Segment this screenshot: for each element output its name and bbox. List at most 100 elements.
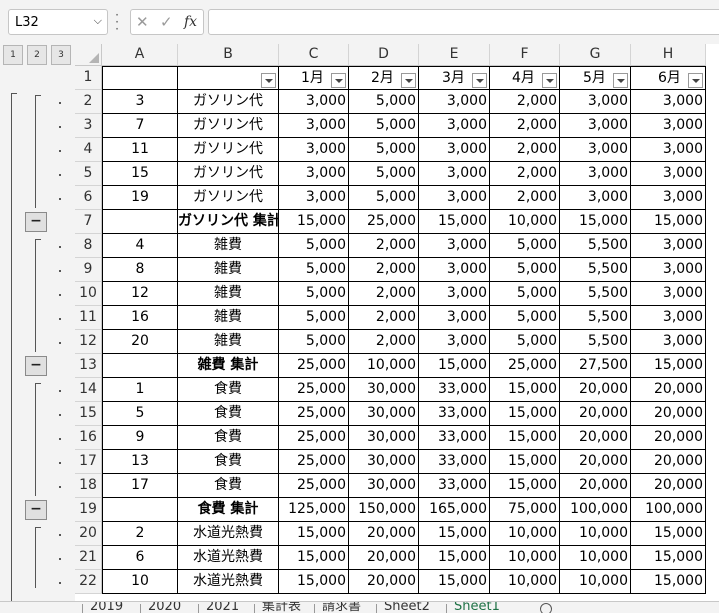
amount-cell[interactable]: 33,000 [419, 450, 490, 474]
category-cell[interactable]: 雑費 [178, 330, 279, 354]
amount-cell[interactable]: 20,000 [631, 450, 706, 474]
name-box[interactable]: L32 ⌵ [8, 9, 108, 35]
row-header[interactable]: 7 [75, 210, 102, 234]
amount-cell[interactable]: 3,000 [631, 114, 706, 138]
amount-cell[interactable]: 3,000 [419, 234, 490, 258]
amount-cell[interactable]: 10,000 [490, 570, 560, 594]
amount-cell[interactable]: 2,000 [349, 282, 419, 306]
amount-cell[interactable]: 5,000 [490, 258, 560, 282]
enter-icon[interactable]: ✓ [160, 13, 173, 31]
collapse-group-button[interactable]: − [25, 500, 47, 520]
category-cell[interactable]: ガソリン代 [178, 162, 279, 186]
amount-cell[interactable]: 3,000 [279, 90, 349, 114]
amount-cell[interactable]: 15,000 [631, 570, 706, 594]
id-cell[interactable]: 15 [102, 162, 178, 186]
amount-cell[interactable]: 25,000 [279, 474, 349, 498]
filter-dropdown-icon[interactable] [261, 73, 276, 88]
id-cell[interactable]: 17 [102, 474, 178, 498]
amount-cell[interactable]: 5,000 [490, 234, 560, 258]
row-header[interactable]: 1 [75, 66, 102, 90]
amount-cell[interactable]: 33,000 [419, 474, 490, 498]
amount-cell[interactable]: 25,000 [279, 354, 349, 378]
row-header[interactable]: 11 [75, 306, 102, 330]
amount-cell[interactable]: 2,000 [490, 90, 560, 114]
amount-cell[interactable]: 5,000 [349, 114, 419, 138]
amount-cell[interactable]: 15,000 [490, 450, 560, 474]
category-cell[interactable]: 食費 [178, 378, 279, 402]
amount-cell[interactable]: 5,000 [349, 90, 419, 114]
amount-cell[interactable]: 3,000 [419, 162, 490, 186]
amount-cell[interactable]: 2,000 [349, 258, 419, 282]
amount-cell[interactable]: 10,000 [560, 570, 631, 594]
amount-cell[interactable]: 10,000 [349, 354, 419, 378]
more-options-icon[interactable]: · · · [114, 9, 120, 35]
amount-cell[interactable]: 3,000 [631, 306, 706, 330]
amount-cell[interactable]: 15,000 [490, 378, 560, 402]
collapse-group-button[interactable]: − [25, 212, 47, 232]
amount-cell[interactable]: 30,000 [349, 402, 419, 426]
column-header-b[interactable]: B [178, 44, 279, 66]
chevron-down-icon[interactable]: ⌵ [94, 14, 102, 28]
row-header[interactable]: 19 [75, 498, 102, 522]
id-cell[interactable]: 20 [102, 330, 178, 354]
amount-cell[interactable]: 10,000 [560, 522, 631, 546]
column-header-f[interactable]: F [490, 44, 560, 66]
sheet-tab-2021[interactable]: 2021 [206, 602, 239, 613]
filter-dropdown-icon[interactable] [613, 73, 628, 88]
amount-cell[interactable]: 3,000 [631, 234, 706, 258]
amount-cell[interactable]: 15,000 [490, 402, 560, 426]
amount-cell[interactable]: 10,000 [490, 210, 560, 234]
amount-cell[interactable]: 15,000 [631, 522, 706, 546]
amount-cell[interactable]: 5,000 [279, 234, 349, 258]
category-cell[interactable]: 食費 [178, 402, 279, 426]
amount-cell[interactable]: 25,000 [490, 354, 560, 378]
amount-cell[interactable]: 3,000 [419, 114, 490, 138]
amount-cell[interactable]: 10,000 [560, 546, 631, 570]
amount-cell[interactable]: 20,000 [560, 378, 631, 402]
header-cell[interactable] [102, 66, 178, 90]
amount-cell[interactable]: 3,000 [419, 282, 490, 306]
amount-cell[interactable]: 20,000 [349, 522, 419, 546]
row-header[interactable]: 6 [75, 186, 102, 210]
cancel-icon[interactable]: ✕ [136, 13, 149, 31]
amount-cell[interactable]: 5,500 [560, 258, 631, 282]
amount-cell[interactable]: 15,000 [419, 210, 490, 234]
sheet-tab-sheet1[interactable]: Sheet1 [454, 602, 500, 613]
amount-cell[interactable]: 30,000 [349, 474, 419, 498]
category-cell[interactable]: 水道光熱費 [178, 522, 279, 546]
row-header[interactable]: 14 [75, 378, 102, 402]
id-cell[interactable]: 2 [102, 522, 178, 546]
id-cell[interactable]: 5 [102, 402, 178, 426]
amount-cell[interactable]: 5,000 [279, 258, 349, 282]
amount-cell[interactable]: 5,000 [490, 306, 560, 330]
category-cell[interactable]: 水道光熱費 [178, 546, 279, 570]
id-cell[interactable]: 19 [102, 186, 178, 210]
row-header[interactable]: 15 [75, 402, 102, 426]
amount-cell[interactable]: 20,000 [631, 378, 706, 402]
column-header-a[interactable]: A [102, 44, 178, 66]
subtotal-label-cell[interactable]: 雑費 集計 [178, 354, 279, 378]
column-header-c[interactable]: C [279, 44, 349, 66]
column-header-g[interactable]: G [560, 44, 631, 66]
header-cell[interactable]: 3月 [419, 66, 490, 90]
amount-cell[interactable]: 15,000 [490, 426, 560, 450]
row-header[interactable]: 16 [75, 426, 102, 450]
row-header[interactable]: 12 [75, 330, 102, 354]
amount-cell[interactable]: 5,500 [560, 306, 631, 330]
filter-dropdown-icon[interactable] [401, 73, 416, 88]
category-cell[interactable]: 雑費 [178, 234, 279, 258]
category-cell[interactable]: ガソリン代 [178, 90, 279, 114]
amount-cell[interactable]: 20,000 [560, 450, 631, 474]
header-cell[interactable]: 2月 [349, 66, 419, 90]
sheet-tab-2020[interactable]: 2020 [148, 602, 181, 613]
amount-cell[interactable]: 3,000 [560, 138, 631, 162]
amount-cell[interactable]: 2,000 [490, 186, 560, 210]
amount-cell[interactable]: 5,000 [490, 330, 560, 354]
amount-cell[interactable]: 100,000 [631, 498, 706, 522]
row-header[interactable]: 17 [75, 450, 102, 474]
category-cell[interactable]: 雑費 [178, 282, 279, 306]
amount-cell[interactable]: 3,000 [560, 186, 631, 210]
amount-cell[interactable]: 2,000 [490, 162, 560, 186]
filter-dropdown-icon[interactable] [688, 73, 703, 88]
amount-cell[interactable]: 3,000 [419, 306, 490, 330]
